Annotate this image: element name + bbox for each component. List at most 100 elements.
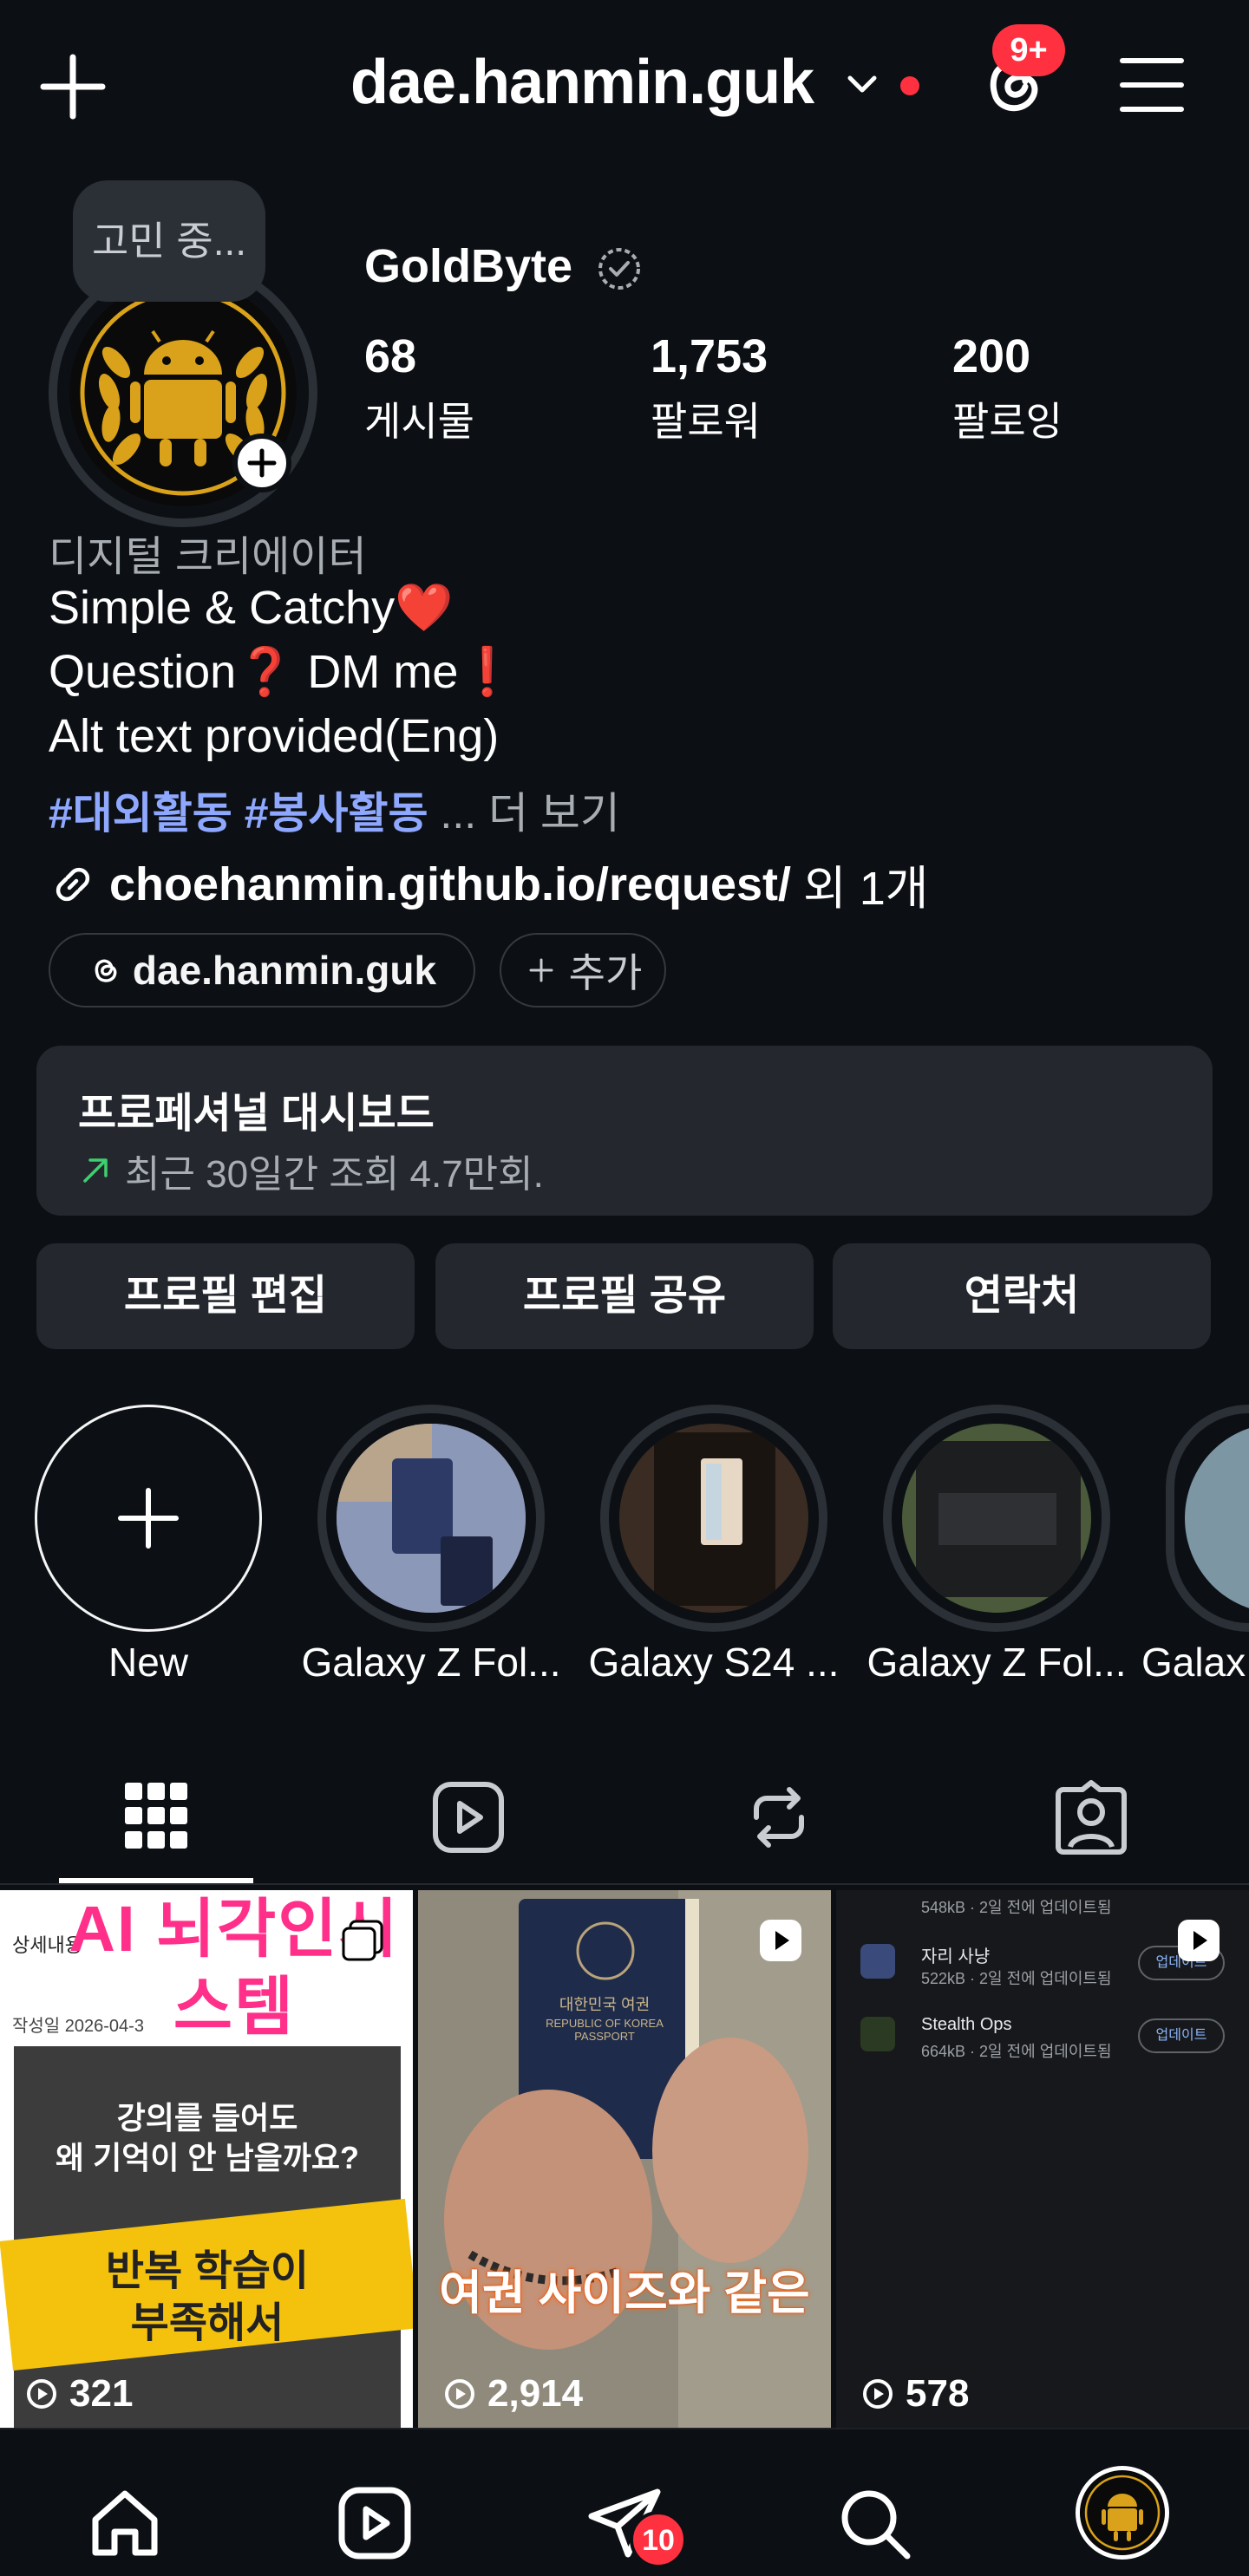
profile-tab-avatar[interactable] xyxy=(1076,2466,1169,2560)
highlight-label[interactable]: Galaxy Z Fol... xyxy=(858,1639,1135,1686)
app-size: 548kB · 2일 전에 업데이트됨 xyxy=(921,1899,1112,1916)
new-highlight-button[interactable] xyxy=(35,1405,262,1632)
bio-more-link[interactable]: ... 더 보기 xyxy=(440,789,619,838)
passport-photo xyxy=(418,1890,831,2428)
app-size: 522kB · 2일 전에 업데이트됨 xyxy=(921,1970,1112,1987)
posts-count[interactable]: 68 xyxy=(364,329,416,383)
menu-icon[interactable] xyxy=(1117,52,1187,118)
bio-hashtags[interactable]: #대외활동 #봉사활동 xyxy=(49,789,428,838)
profile-link-extra[interactable]: 외 1개 xyxy=(803,850,928,918)
play-views-icon xyxy=(445,2379,474,2409)
reels-tab-icon[interactable] xyxy=(425,1777,512,1857)
profile-category: 디지털 크리에이터 xyxy=(49,534,367,580)
profile-display-name: GoldByte xyxy=(364,240,573,292)
app-update-row: Stealth Ops 664kB · 2일 전에 업데이트됨 업데이트 xyxy=(860,2012,1242,2064)
grid-tab-icon[interactable] xyxy=(113,1777,199,1857)
passport-english-title: REPUBLIC OF KOREA PASSPORT xyxy=(546,2017,664,2043)
highlight-item[interactable] xyxy=(883,1405,1110,1632)
post-body-text: 강의를 들어도 왜 기억이 안 남을까요? xyxy=(55,2100,360,2175)
highlight-thumbnail xyxy=(1185,1424,1249,1613)
posts-label[interactable]: 게시물 xyxy=(364,390,474,447)
following-label[interactable]: 팔로잉 xyxy=(952,390,1063,447)
threads-icon xyxy=(95,959,117,982)
post-meta: 작성일 2026-04-3 xyxy=(12,2017,144,2036)
highlight-item[interactable] xyxy=(317,1405,545,1632)
professional-dashboard-card[interactable]: 프로페셔널 대시보드 최근 30일간 조회 4.7만회. xyxy=(36,1046,1213,1216)
edit-profile-button[interactable]: 프로필 편집 xyxy=(36,1243,415,1349)
app-icon xyxy=(860,2017,895,2051)
passport-korean-title: 대한민국 여권 xyxy=(559,1996,651,2013)
chevron-down-icon[interactable] xyxy=(843,66,881,104)
followers-label[interactable]: 팔로워 xyxy=(651,390,761,447)
app-name: Stealth Ops xyxy=(921,2015,1012,2034)
highlight-thumbnail xyxy=(902,1424,1091,1613)
verified-badge-icon xyxy=(598,248,640,290)
dashboard-title: 프로페셔널 대시보드 xyxy=(78,1091,435,1137)
app-name: 자리 사냥 xyxy=(921,1947,991,1966)
messages-badge: 10 xyxy=(630,2511,687,2568)
grid-post[interactable]: 548kB · 2일 전에 업데이트됨 자리 사냥 522kB · 2일 전에 … xyxy=(836,1890,1249,2428)
account-username[interactable]: dae.hanmin.guk xyxy=(350,47,814,118)
dashboard-subtitle: 최근 30일간 조회 4.7만회. xyxy=(125,1153,544,1196)
reels-icon[interactable] xyxy=(333,2481,416,2565)
threads-profile-chip[interactable]: dae.hanmin.guk xyxy=(49,933,475,1008)
top-bar: dae.hanmin.guk 9+ xyxy=(0,0,1249,173)
app-icon xyxy=(860,1944,895,1979)
post-views: 2,914 xyxy=(442,2372,583,2416)
account-notification-dot xyxy=(900,76,919,95)
highlight-item[interactable] xyxy=(1166,1405,1249,1632)
reel-icon xyxy=(1178,1920,1220,1961)
reel-icon xyxy=(760,1920,801,1961)
profile-link-row[interactable]: choehanmin.github.io/request/ 외 1개 xyxy=(49,850,928,918)
followers-count[interactable]: 1,753 xyxy=(651,329,768,383)
following-count[interactable]: 200 xyxy=(952,329,1030,383)
home-icon[interactable] xyxy=(83,2481,167,2565)
highlight-label[interactable]: Galax xyxy=(1141,1639,1249,1686)
post-slide-area: 강의를 들어도 왜 기억이 안 남을까요? 반복 학습이 부족해서 xyxy=(0,2046,413,2428)
play-views-icon xyxy=(27,2379,56,2409)
post-views: 321 xyxy=(24,2372,133,2416)
threads-chip-label: dae.hanmin.guk xyxy=(132,948,437,993)
grid-post[interactable]: 상세내용 AI 뇌각인시스템 작성일 2026-04-3 강의를 들어도 왜 기… xyxy=(0,1890,413,2428)
plus-icon xyxy=(529,958,553,982)
note-bubble[interactable]: 고민 중... xyxy=(73,180,265,302)
dashboard-subtitle-row: 최근 30일간 조회 4.7만회. xyxy=(78,1143,544,1198)
highlight-label[interactable]: New xyxy=(10,1639,287,1686)
add-chip-label: 추가 xyxy=(568,950,643,995)
grid-post[interactable]: 대한민국 여권 REPUBLIC OF KOREA PASSPORT 여권 사이… xyxy=(418,1890,831,2428)
tagged-tab-icon[interactable] xyxy=(1048,1777,1135,1857)
highlight-item[interactable] xyxy=(600,1405,827,1632)
add-link-chip[interactable]: 추가 xyxy=(500,933,666,1008)
highlight-thumbnail xyxy=(619,1424,808,1613)
add-story-button[interactable] xyxy=(232,434,291,492)
trend-up-arrow-icon xyxy=(83,1158,108,1183)
bio-line: Alt text provided(Eng) xyxy=(49,710,500,762)
app-size: 664kB · 2일 전에 업데이트됨 xyxy=(921,2043,1112,2060)
share-profile-button[interactable]: 프로필 공유 xyxy=(435,1243,814,1349)
bio-line: Simple & Catchy❤️ xyxy=(49,582,454,634)
app-update-button: 업데이트 xyxy=(1138,2018,1225,2053)
post-view-count: 578 xyxy=(906,2372,970,2415)
android-gold-logo-icon xyxy=(1080,2470,1165,2555)
highlight-label[interactable]: Galaxy S24 ... xyxy=(575,1639,853,1686)
threads-badge: 9+ xyxy=(992,24,1065,76)
create-plus-icon[interactable] xyxy=(38,52,108,121)
profile-link[interactable]: choehanmin.github.io/request/ xyxy=(109,858,791,911)
bio-line: Question❓ DM me❗ xyxy=(49,646,517,698)
tab-divider xyxy=(0,1883,1249,1885)
post-highlight-text: 반복 학습이 부족해서 xyxy=(105,2248,310,2346)
post-views: 578 xyxy=(860,2372,969,2416)
highlight-label[interactable]: Galaxy Z Fol... xyxy=(292,1639,570,1686)
play-views-icon xyxy=(863,2379,893,2409)
post-view-count: 321 xyxy=(69,2372,134,2415)
link-icon xyxy=(56,867,90,901)
plus-icon xyxy=(118,1488,179,1549)
contact-button[interactable]: 연락처 xyxy=(833,1243,1211,1349)
highlight-thumbnail xyxy=(337,1424,526,1613)
reposts-tab-icon[interactable] xyxy=(736,1777,822,1857)
bio-hashtags-row: #대외활동 #봉사활동 ... 더 보기 xyxy=(49,779,620,841)
post-caption: 여권 사이즈와 같은 xyxy=(439,2267,810,2319)
carousel-icon xyxy=(342,1920,383,1961)
bottom-navigation xyxy=(0,2428,1249,2576)
search-icon[interactable] xyxy=(833,2481,916,2565)
